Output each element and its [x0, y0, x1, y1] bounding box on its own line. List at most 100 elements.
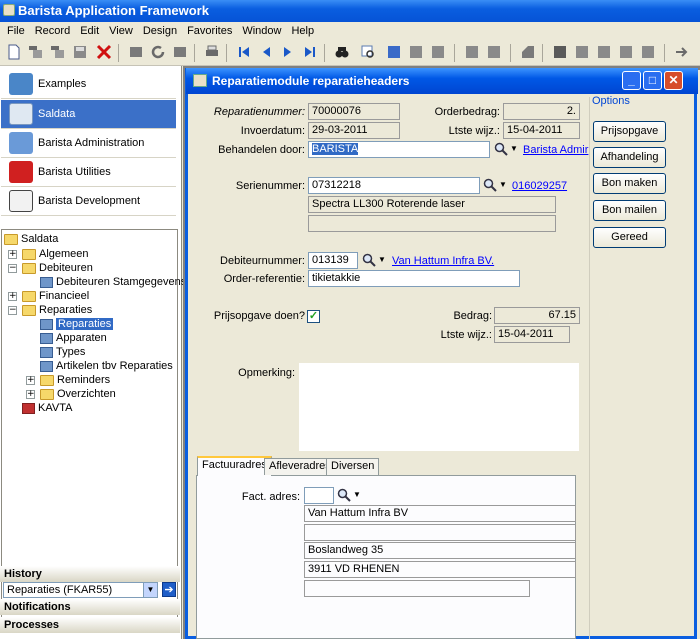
- tool-icon-7[interactable]: [618, 44, 634, 60]
- paste-record-icon[interactable]: [50, 44, 66, 60]
- query-icon[interactable]: [360, 44, 376, 60]
- order-referentie-field[interactable]: tikietakkie: [308, 270, 520, 287]
- collapse-icon[interactable]: −: [8, 264, 17, 273]
- expand-icon[interactable]: +: [8, 250, 17, 259]
- tree-item-types[interactable]: Types: [40, 345, 85, 359]
- notifications-header[interactable]: Notifications: [0, 599, 180, 615]
- print-icon[interactable]: [204, 44, 220, 60]
- tree-item-debiteuren-stamgegevens[interactable]: Debiteuren Stamgegevens: [40, 275, 186, 289]
- tree-item-reparaties[interactable]: Reparaties: [22, 303, 92, 317]
- serienummer-field[interactable]: 07312218: [308, 177, 480, 194]
- tool-icon-1[interactable]: [464, 44, 480, 60]
- menu-design[interactable]: Design: [138, 22, 182, 40]
- tree-item-apparaten[interactable]: Apparaten: [40, 331, 107, 345]
- last-record-icon[interactable]: [302, 44, 318, 60]
- exit-icon[interactable]: [172, 44, 188, 60]
- history-select[interactable]: Reparaties (FKAR55) ▼: [3, 582, 158, 598]
- chevron-down-icon[interactable]: ▼: [353, 488, 362, 502]
- grid-icon[interactable]: [408, 44, 424, 60]
- refresh-icon[interactable]: [150, 44, 166, 60]
- nav-barista-development[interactable]: Barista Development: [1, 187, 176, 216]
- tree-item-algemeen[interactable]: Algemeen: [22, 247, 89, 261]
- tree-item-reminders[interactable]: Reminders: [40, 373, 110, 387]
- menu-favorites[interactable]: Favorites: [182, 22, 237, 40]
- tree-item-financieel[interactable]: Financieel: [22, 289, 89, 303]
- prijsopgave-checkbox[interactable]: ✓: [307, 310, 320, 323]
- expand-icon[interactable]: +: [26, 376, 35, 385]
- debiteur-link[interactable]: Van Hattum Infra BV.: [392, 255, 494, 267]
- history-header[interactable]: History: [0, 566, 180, 582]
- afhandeling-button[interactable]: Afhandeling: [593, 147, 666, 168]
- opmerking-textarea[interactable]: [298, 362, 580, 452]
- next-record-icon[interactable]: [280, 44, 296, 60]
- chevron-down-icon[interactable]: ▼: [510, 142, 519, 156]
- tool-icon-6[interactable]: [596, 44, 612, 60]
- tab-afleveradres[interactable]: Afleveradres: [264, 458, 336, 475]
- serienummer-link[interactable]: 016029257: [512, 180, 567, 192]
- kavta-icon: [22, 402, 35, 414]
- prijsopgave-button[interactable]: Prijsopgave: [593, 121, 666, 142]
- new-record-icon[interactable]: [6, 44, 22, 60]
- go-arrow-icon[interactable]: ➔: [162, 582, 176, 597]
- tool-icon-2[interactable]: [486, 44, 502, 60]
- menu-view[interactable]: View: [104, 22, 138, 40]
- logout-icon[interactable]: [674, 44, 690, 60]
- gereed-button[interactable]: Gereed: [593, 227, 666, 248]
- debiteurnummer-field[interactable]: 013139: [308, 252, 358, 269]
- tool-icon-4[interactable]: [552, 44, 568, 60]
- menu-record[interactable]: Record: [30, 22, 75, 40]
- chevron-down-icon[interactable]: ▼: [378, 253, 387, 267]
- menu-window[interactable]: Window: [237, 22, 286, 40]
- prijsopgave-label: Prijsopgave doen?: [213, 310, 305, 322]
- menu-edit[interactable]: Edit: [75, 22, 104, 40]
- order-referentie-label: Order-referentie:: [223, 273, 305, 285]
- tree-item-saldata[interactable]: Saldata: [4, 232, 58, 246]
- expand-icon[interactable]: +: [26, 390, 35, 399]
- maximize-button[interactable]: □: [643, 71, 662, 90]
- tool-icon-3[interactable]: [520, 44, 536, 60]
- lookup-icon[interactable]: [386, 44, 402, 60]
- search-icon[interactable]: [483, 178, 497, 192]
- behandelen-door-link[interactable]: Barista Admir: [523, 144, 588, 156]
- nav-barista-administration[interactable]: Barista Administration: [1, 129, 176, 158]
- find-icon[interactable]: [334, 44, 350, 60]
- copy-record-icon[interactable]: [28, 44, 44, 60]
- tool-icon-5[interactable]: [574, 44, 590, 60]
- window-title: Reparatiemodule reparatieheaders: [212, 74, 410, 88]
- tab-diversen[interactable]: Diversen: [326, 458, 380, 475]
- tree-item-kavta[interactable]: KAVTA: [22, 401, 72, 415]
- chevron-down-icon[interactable]: ▼: [143, 583, 157, 597]
- nav-barista-utilities[interactable]: Barista Utilities: [1, 158, 176, 187]
- tree-item-artikelen[interactable]: Artikelen tbv Reparaties: [40, 359, 173, 373]
- nav-examples[interactable]: Examples: [1, 70, 176, 99]
- save-record-icon[interactable]: [72, 44, 88, 60]
- nav-saldata[interactable]: Saldata: [1, 100, 176, 129]
- tree-item-reparaties-form[interactable]: Reparaties: [40, 317, 114, 331]
- chevron-down-icon[interactable]: ▼: [499, 178, 508, 192]
- bon-mailen-button[interactable]: Bon mailen: [593, 200, 666, 221]
- close-button[interactable]: ✕: [664, 71, 683, 90]
- expand-icon[interactable]: +: [8, 292, 17, 301]
- previous-record-icon[interactable]: [258, 44, 274, 60]
- fact-adres-field[interactable]: [304, 487, 334, 504]
- tab-factuuradres[interactable]: Factuuradres: [197, 456, 272, 476]
- first-record-icon[interactable]: [236, 44, 252, 60]
- bon-maken-button[interactable]: Bon maken: [593, 173, 666, 194]
- search-icon[interactable]: [494, 142, 508, 156]
- behandelen-door-field[interactable]: BARISTA: [308, 141, 490, 158]
- tool-icon-8[interactable]: [640, 44, 656, 60]
- report-icon[interactable]: [430, 44, 446, 60]
- processes-header[interactable]: Processes: [0, 617, 180, 633]
- form-icon: [40, 332, 53, 344]
- search-icon[interactable]: [362, 253, 376, 267]
- serie-description-field: Spectra LL300 Roterende laser: [308, 196, 556, 213]
- menu-help[interactable]: Help: [286, 22, 319, 40]
- clear-icon[interactable]: [128, 44, 144, 60]
- tree-item-debiteuren[interactable]: Debiteuren: [22, 261, 93, 275]
- minimize-button[interactable]: _: [622, 71, 641, 90]
- tree-item-overzichten[interactable]: Overzichten: [40, 387, 116, 401]
- search-icon[interactable]: [337, 488, 351, 502]
- delete-icon[interactable]: [96, 44, 112, 60]
- collapse-icon[interactable]: −: [8, 306, 17, 315]
- menu-file[interactable]: File: [2, 22, 30, 40]
